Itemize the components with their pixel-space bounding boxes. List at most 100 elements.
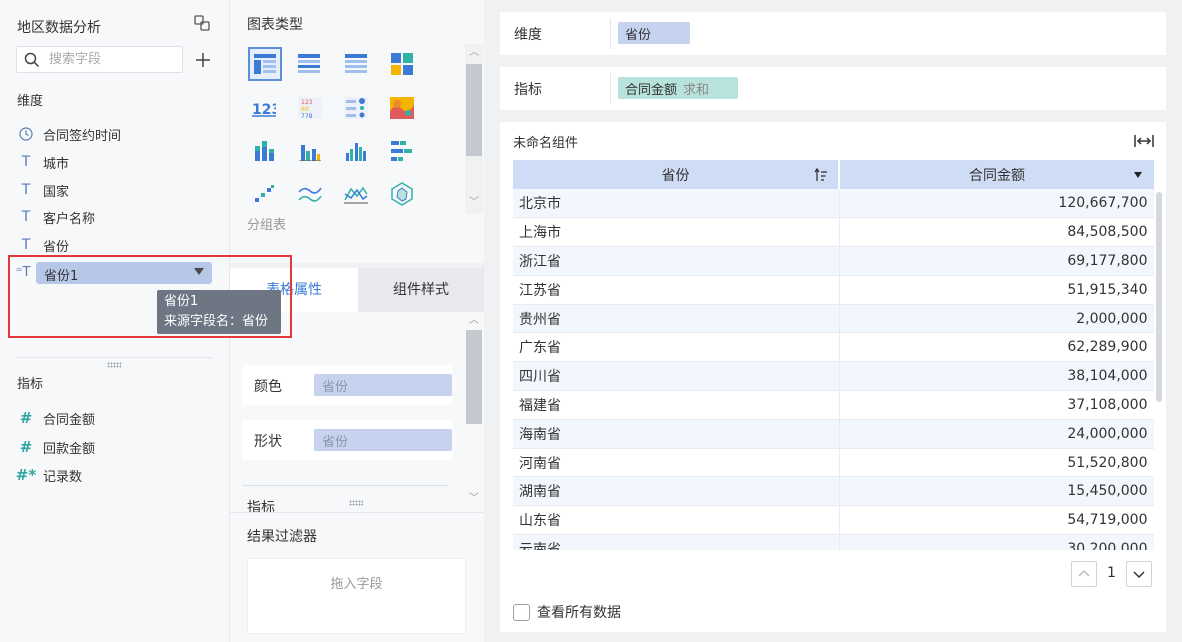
- tab-widget-style[interactable]: 组件样式: [358, 268, 484, 312]
- cell-amount: 24,000,000: [839, 419, 1154, 449]
- crosstab-chart-icon[interactable]: [294, 49, 324, 79]
- field-label: 合同签约时间: [43, 128, 122, 144]
- cell-amount: 69,177,800: [839, 246, 1154, 276]
- text-table-chart-icon[interactable]: 123 60 778: [295, 93, 325, 123]
- field-item-province1[interactable]: 省份1: [36, 262, 212, 284]
- data-table-container[interactable]: 省份 合同金额 北京市 120,667,700 上海市 84,508,500 浙…: [513, 160, 1154, 550]
- svg-text:123: 123: [252, 102, 276, 117]
- color-field-chip[interactable]: 省份: [314, 374, 452, 396]
- table-row: 河南省 51,520,800: [513, 448, 1154, 478]
- table-row: 福建省 37,108,000: [513, 390, 1154, 420]
- table-row: 上海市 84,508,500: [513, 217, 1154, 248]
- line-chart-icon[interactable]: [295, 179, 325, 209]
- field-item-contract-amount[interactable]: # 合同金额: [17, 408, 95, 428]
- text-type-icon: T: [21, 209, 31, 225]
- field-item-record-count[interactable]: #* 记录数: [16, 465, 82, 485]
- dropdown-caret-icon[interactable]: [194, 268, 204, 275]
- dimension-chip[interactable]: 省份: [618, 22, 690, 44]
- shape-property[interactable]: 形状 省份: [242, 420, 452, 460]
- table-row: 北京市 120,667,700: [513, 189, 1154, 219]
- field-search[interactable]: [16, 46, 183, 73]
- measure-shelf[interactable]: 指标 合同金额 求和: [500, 67, 1166, 110]
- view-all-data-toggle[interactable]: 查看所有数据: [513, 602, 621, 622]
- fit-width-icon[interactable]: [1134, 133, 1154, 149]
- table-scrollbar[interactable]: [1155, 192, 1163, 522]
- cell-amount: 2,000,000: [839, 304, 1154, 334]
- cell-amount: 30,200,000: [839, 534, 1154, 550]
- chart-type-title: 图表类型: [247, 17, 303, 33]
- grouped-bar-chart-icon[interactable]: [295, 136, 325, 166]
- stacked-bar-chart-icon[interactable]: [249, 136, 279, 166]
- table-row: 江苏省 51,915,340: [513, 275, 1154, 305]
- grouped-table-chart-icon[interactable]: [248, 47, 282, 81]
- radar-chart-icon[interactable]: [387, 179, 417, 209]
- table-row: 广东省 62,289,900: [513, 332, 1154, 363]
- resize-grip-icon[interactable]: [107, 362, 121, 368]
- section-divider: [17, 357, 213, 358]
- filter-drop-zone[interactable]: 拖入字段: [247, 558, 466, 634]
- prev-page-button[interactable]: [1071, 561, 1097, 587]
- tooltip-source-field: 来源字段名：省份: [164, 314, 269, 329]
- field-item-payment-amount[interactable]: # 回款金额: [17, 437, 95, 457]
- table-row: 山东省 54,719,000: [513, 505, 1154, 536]
- property-scrollbar[interactable]: ︿ ﹀: [465, 312, 483, 512]
- column-header-contract-amount[interactable]: 合同金额: [839, 160, 1154, 189]
- property-panel: 颜色 省份 形状 省份 指标 ︿ ﹀: [230, 312, 484, 512]
- column-chart-icon[interactable]: [341, 136, 371, 166]
- next-page-button[interactable]: [1126, 561, 1152, 587]
- widget-title[interactable]: 未命名组件: [513, 132, 578, 151]
- cell-amount: 51,915,340: [839, 275, 1154, 305]
- chart-type-scrollbar[interactable]: ︿ ﹀: [465, 44, 483, 214]
- cell-amount: 120,667,700: [839, 189, 1154, 219]
- add-field-button[interactable]: [194, 51, 212, 69]
- text-type-icon: T: [21, 154, 31, 170]
- field-item-city[interactable]: T 城市: [17, 152, 69, 172]
- data-table: 省份 合同金额 北京市 120,667,700 上海市 84,508,500 浙…: [513, 160, 1154, 550]
- sort-icon[interactable]: [814, 168, 828, 182]
- horizontal-bar-chart-icon[interactable]: [387, 136, 417, 166]
- field-label: 合同金额: [43, 412, 96, 428]
- resize-grip-icon[interactable]: [349, 500, 363, 506]
- scroll-down-icon[interactable]: ﹀: [469, 198, 479, 208]
- shape-field-chip[interactable]: 省份: [314, 429, 452, 451]
- dot-table-chart-icon[interactable]: [341, 93, 371, 123]
- cell-amount: 38,104,000: [839, 361, 1154, 392]
- cell-province: 海南省: [513, 419, 840, 449]
- cell-province: 湖南省: [513, 476, 840, 507]
- scroll-thumb[interactable]: [466, 64, 482, 156]
- scatter-chart-icon[interactable]: [249, 179, 279, 209]
- column-header-province[interactable]: 省份: [513, 160, 840, 189]
- search-input[interactable]: [49, 50, 177, 69]
- dimension-shelf[interactable]: 维度 省份: [500, 12, 1166, 55]
- measure-section-label: 指标: [17, 377, 44, 392]
- scroll-up-icon[interactable]: ︿: [469, 48, 479, 58]
- field-item-customer[interactable]: T 客户名称: [17, 207, 95, 227]
- text-type-icon: T: [21, 237, 31, 253]
- dataset-title: 地区数据分析: [17, 20, 101, 36]
- switch-dataset-icon[interactable]: [193, 14, 211, 32]
- scroll-down-icon[interactable]: ﹀: [469, 494, 479, 504]
- field-item-province[interactable]: T 省份: [17, 235, 69, 255]
- metric-number-chart-icon[interactable]: 123: [249, 93, 279, 123]
- detail-table-chart-icon[interactable]: [341, 49, 371, 79]
- number-type-icon: #: [19, 438, 33, 456]
- column-menu-caret-icon[interactable]: [1134, 172, 1142, 178]
- shelf-divider: [610, 18, 611, 49]
- field-label: 城市: [43, 156, 70, 172]
- heatmap-chart-icon[interactable]: [387, 93, 417, 123]
- field-item-country[interactable]: T 国家: [17, 180, 69, 200]
- svg-text:60: 60: [301, 106, 309, 113]
- scroll-up-icon[interactable]: ︿: [469, 316, 479, 326]
- custom-text-type-icon: ⁼T: [15, 264, 31, 280]
- field-item-contract-date[interactable]: 合同签约时间: [17, 124, 121, 144]
- kpi-grid-chart-icon[interactable]: [387, 49, 417, 79]
- filter-placeholder: 拖入字段: [330, 577, 383, 592]
- scroll-thumb[interactable]: [466, 330, 482, 424]
- area-line-chart-icon[interactable]: [341, 179, 371, 209]
- view-all-checkbox[interactable]: [513, 603, 530, 621]
- measure-chip[interactable]: 合同金额 求和: [618, 77, 738, 99]
- color-property[interactable]: 颜色 省份: [242, 365, 452, 405]
- tooltip-field-name: 省份1: [164, 294, 199, 309]
- cell-province: 贵州省: [513, 304, 840, 334]
- scroll-thumb[interactable]: [1156, 192, 1162, 402]
